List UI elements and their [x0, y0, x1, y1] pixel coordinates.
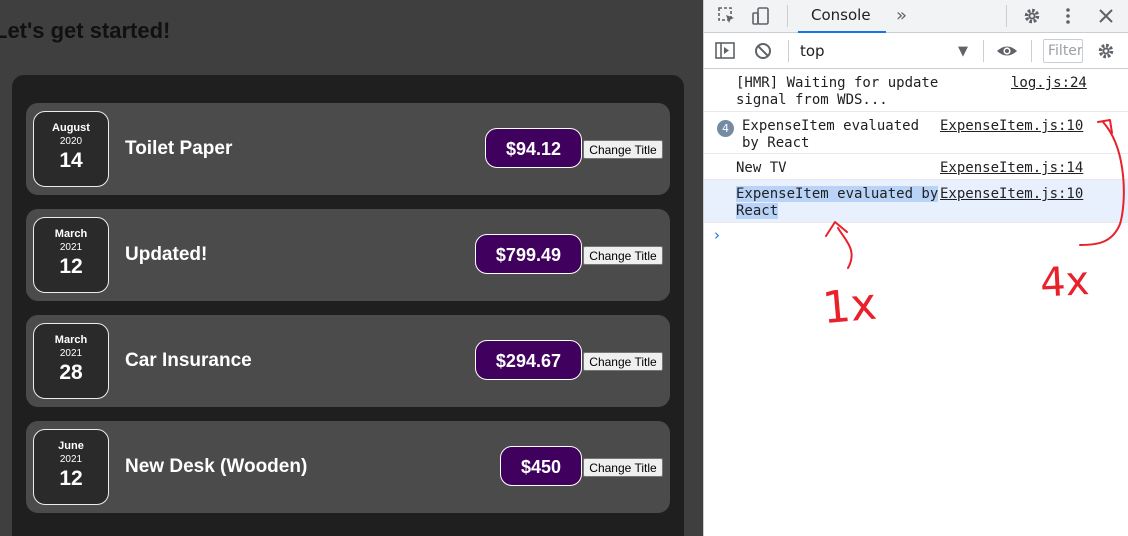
- annotation-overlay: 1x 4x: [820, 119, 1125, 335]
- annotation-bracket-right: [1079, 119, 1125, 246]
- annotation-label-left: 1x: [820, 279, 878, 335]
- annotation-arrow-left: [825, 221, 853, 269]
- annotation-label-right: 4x: [1039, 258, 1090, 307]
